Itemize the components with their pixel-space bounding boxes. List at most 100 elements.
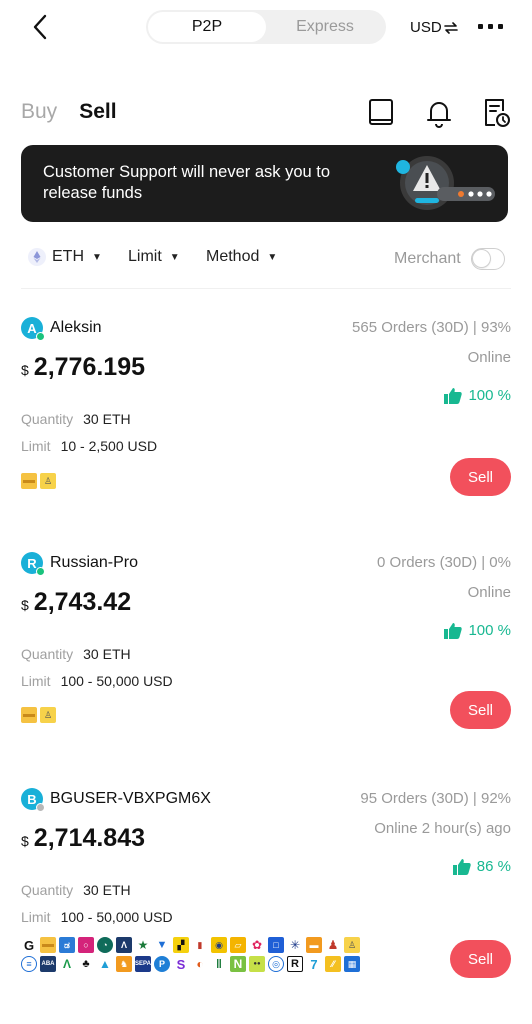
tab-p2p[interactable]: P2P: [148, 12, 266, 42]
payment-method-icon: ▲: [97, 956, 113, 972]
limit-filter[interactable]: Limit ▼: [128, 248, 180, 266]
method-filter[interactable]: Method ▼: [206, 248, 277, 266]
limit-filter-label: Limit: [128, 248, 162, 265]
bank-card-icon: [21, 707, 37, 723]
merchant-name: Aleksin: [50, 319, 102, 336]
wallet-app-icon: ♙: [40, 707, 56, 723]
tab-sell[interactable]: Sell: [79, 100, 116, 124]
payment-method-icon: ○: [78, 937, 94, 953]
payment-method-icon: ♣: [78, 956, 94, 972]
price: $ 2,776.195: [21, 353, 145, 382]
payment-method-icon: ✿: [249, 937, 265, 953]
price: $ 2,714.843: [21, 824, 145, 853]
merchant-name: BGUSER-VBXPGM6X: [50, 790, 211, 807]
online-dot: [36, 567, 45, 576]
caret-down-icon: ▼: [267, 251, 278, 263]
quantity-row: Quantity 30 ETH: [21, 882, 131, 898]
tab-express[interactable]: Express: [266, 12, 384, 42]
payment-method-icon: ▬: [306, 937, 322, 953]
payment-method-icon: Λ: [116, 937, 132, 953]
bank-card-icon: [40, 937, 56, 953]
quantity-value: 30 ETH: [83, 882, 131, 898]
offline-dot: [36, 803, 45, 812]
listing-card: R Russian-Pro 0 Orders (30D) | 0% $ 2,74…: [0, 552, 532, 782]
payment-method-icon: ★: [135, 937, 151, 953]
limit-label: Limit: [21, 438, 51, 454]
tab-buy[interactable]: Buy: [21, 100, 57, 124]
quantity-value: 30 ETH: [83, 646, 131, 662]
limit-row: Limit 10 - 2,500 USD: [21, 438, 157, 454]
chevron-left-icon: [33, 14, 47, 40]
rating: 86 %: [452, 858, 511, 875]
safety-banner[interactable]: Customer Support will never ask you to r…: [21, 145, 508, 222]
merchant-filter: Merchant: [394, 248, 505, 270]
quantity-label: Quantity: [21, 411, 74, 427]
caret-down-icon: ▼: [169, 251, 180, 263]
avatar-letter: R: [27, 555, 37, 571]
guide-button[interactable]: [366, 96, 396, 130]
sell-button[interactable]: Sell: [450, 691, 511, 729]
toggle-knob: [472, 250, 490, 267]
dot: [488, 24, 493, 29]
bell-icon: [427, 102, 451, 128]
online-status: Online: [467, 349, 511, 366]
rating-value: 100 %: [468, 387, 511, 404]
price: $ 2,743.42: [21, 588, 131, 617]
rating: 100 %: [444, 622, 511, 639]
payment-method-icon: ▮: [192, 937, 208, 953]
payment-method-icon: ▞: [173, 937, 189, 953]
payment-method-icon: ▱: [230, 937, 246, 953]
quantity-row: Quantity 30 ETH: [21, 646, 131, 662]
quantity-label: Quantity: [21, 882, 74, 898]
avatar: A: [21, 317, 45, 341]
payment-method-icon: ▼: [154, 937, 170, 953]
payment-method-icon: ◐: [192, 956, 208, 972]
merchant-toggle[interactable]: [470, 248, 505, 270]
currency-label: USD: [410, 19, 442, 36]
payment-methods: ♙: [21, 707, 366, 723]
online-status: Online 2 hour(s) ago: [374, 820, 511, 837]
avatar-letter: A: [27, 320, 37, 336]
payment-method-icon: ǁ: [211, 956, 227, 972]
merchant-name: Russian-Pro: [50, 554, 139, 571]
payment-method-icon: P: [154, 956, 170, 972]
asset-filter[interactable]: ETH ▼: [28, 248, 102, 266]
book-icon: [369, 99, 393, 125]
price-value: 2,776.195: [33, 353, 146, 381]
currency-selector[interactable]: USD: [410, 19, 458, 36]
price-currency: $: [21, 833, 29, 849]
sell-button[interactable]: Sell: [450, 458, 511, 496]
payment-method-icon: ♞: [116, 956, 132, 972]
order-history-button[interactable]: [482, 96, 512, 130]
notifications-button[interactable]: [424, 96, 454, 130]
ethereum-icon: [28, 248, 46, 266]
thumbs-up-icon: [452, 859, 471, 875]
merchant-row[interactable]: R Russian-Pro: [21, 552, 139, 576]
quantity-label: Quantity: [21, 646, 74, 662]
merchant-label: Merchant: [394, 250, 461, 267]
merchant-row[interactable]: B BGUSER-VBXPGM6X: [21, 788, 211, 812]
payment-methods: G ಡ ○ ◔ Λ ★ ▼ ▞ ▮ ◉ ▱ ✿ □ ✳ ▬ ♟ ♙ ≡ ABA …: [21, 937, 361, 972]
limit-row: Limit 100 - 50,000 USD: [21, 909, 173, 925]
rating-value: 100 %: [468, 622, 511, 639]
sell-button[interactable]: Sell: [450, 940, 511, 978]
payment-method-icon: □: [268, 937, 284, 953]
avatar: B: [21, 788, 45, 812]
more-menu-button[interactable]: [478, 24, 503, 29]
merchant-row[interactable]: A Aleksin: [21, 317, 102, 341]
payment-method-icon: ⁄⁄: [325, 956, 341, 972]
bank-card-icon: [21, 473, 37, 489]
top-bar: P2P Express USD: [0, 0, 532, 56]
limit-row: Limit 100 - 50,000 USD: [21, 673, 173, 689]
header-actions: [366, 96, 512, 130]
filter-bar: ETH ▼ Limit ▼ Method ▼ Merchant: [28, 248, 512, 272]
dot: [498, 24, 503, 29]
method-filter-label: Method: [206, 248, 260, 265]
limit-value: 100 - 50,000 USD: [60, 909, 173, 925]
wallet-app-icon: ♙: [40, 473, 56, 489]
limit-value: 100 - 50,000 USD: [60, 673, 173, 689]
divider: [21, 288, 511, 289]
payment-methods: ♙: [21, 473, 366, 489]
thumbs-up-icon: [444, 623, 463, 639]
back-button[interactable]: [26, 12, 54, 42]
